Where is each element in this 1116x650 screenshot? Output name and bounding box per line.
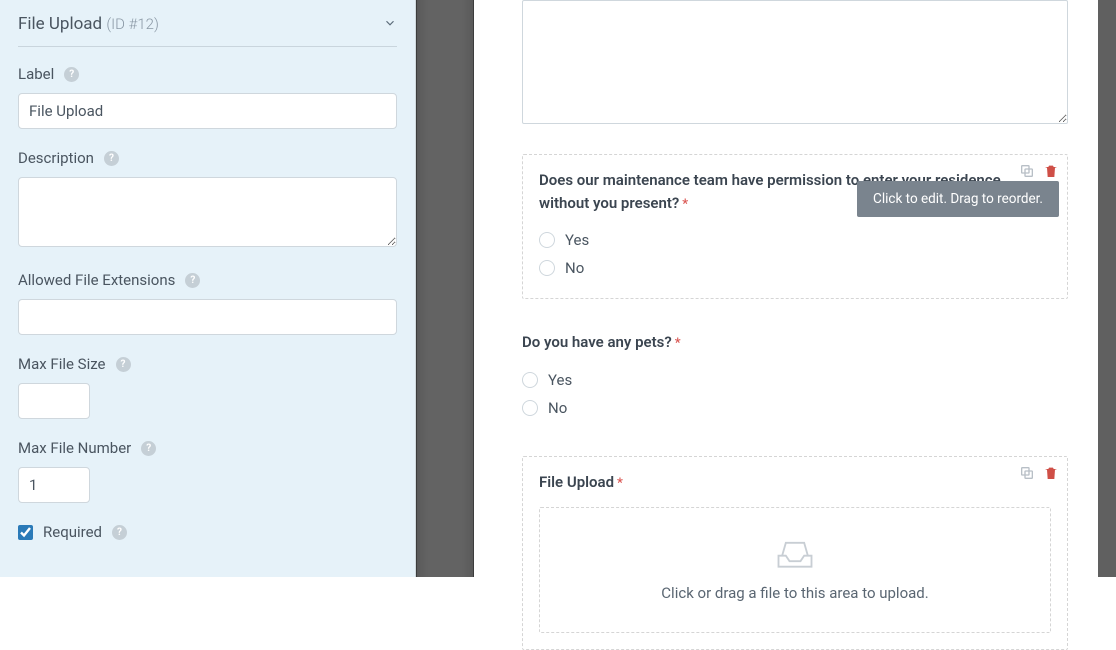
form-field-permission[interactable]: Click to edit. Drag to reorder. Does our… bbox=[522, 154, 1068, 299]
copy-icon bbox=[1019, 465, 1035, 481]
description-caption-text: Description bbox=[18, 149, 94, 167]
radio-label: Yes bbox=[548, 371, 572, 389]
radio-option-yes[interactable]: Yes bbox=[522, 366, 1068, 394]
sidebar-title-text: File Upload bbox=[18, 14, 102, 34]
delete-button[interactable] bbox=[1043, 163, 1059, 179]
description-caption: Description ? bbox=[18, 149, 397, 167]
duplicate-button[interactable] bbox=[1019, 465, 1035, 481]
divider bbox=[18, 46, 397, 47]
form-field-file-upload[interactable]: File Upload* Click or drag a file to thi… bbox=[522, 456, 1068, 650]
radio-label: Yes bbox=[565, 231, 589, 249]
copy-icon bbox=[1019, 163, 1035, 179]
label-caption: Label ? bbox=[18, 65, 397, 83]
sidebar-title: File Upload (ID #12) bbox=[18, 14, 159, 34]
trash-icon bbox=[1043, 465, 1059, 481]
radio-option-no[interactable]: No bbox=[522, 394, 1068, 422]
form-field-pets[interactable]: Do you have any pets?* Yes No bbox=[522, 317, 1068, 438]
radio-option-no[interactable]: No bbox=[539, 254, 1051, 282]
edit-tooltip: Click to edit. Drag to reorder. bbox=[857, 181, 1059, 217]
max-number-caption: Max File Number ? bbox=[18, 439, 397, 457]
max-size-group: Max File Size ? bbox=[0, 355, 415, 439]
radio-option-yes[interactable]: Yes bbox=[539, 226, 1051, 254]
max-size-input[interactable] bbox=[18, 383, 90, 419]
collapse-toggle[interactable] bbox=[383, 15, 397, 34]
field-id-label: (ID #12) bbox=[106, 15, 159, 33]
description-group: Description ? bbox=[0, 149, 415, 271]
required-checkbox[interactable] bbox=[18, 525, 33, 540]
sidebar-header: File Upload (ID #12) bbox=[0, 0, 415, 46]
properties-sidebar: File Upload (ID #12) Label ? Description… bbox=[0, 0, 416, 577]
chevron-down-icon bbox=[383, 16, 397, 30]
max-number-group: Max File Number ? bbox=[0, 439, 415, 523]
label-input[interactable] bbox=[18, 93, 397, 129]
label-group: Label ? bbox=[0, 65, 415, 149]
required-star: * bbox=[617, 476, 623, 491]
panel-gap bbox=[416, 0, 474, 577]
radio-icon bbox=[522, 372, 538, 388]
help-icon[interactable]: ? bbox=[116, 357, 131, 372]
required-star: * bbox=[682, 197, 688, 212]
required-star: * bbox=[675, 336, 681, 351]
extensions-input[interactable] bbox=[18, 299, 397, 335]
field-label: Do you have any pets?* bbox=[522, 331, 1068, 354]
help-icon[interactable]: ? bbox=[104, 151, 119, 166]
duplicate-button[interactable] bbox=[1019, 163, 1035, 179]
help-icon[interactable]: ? bbox=[112, 525, 127, 540]
extensions-caption-text: Allowed File Extensions bbox=[18, 271, 175, 289]
upload-dropzone[interactable]: Click or drag a file to this area to upl… bbox=[539, 507, 1051, 633]
inbox-icon bbox=[773, 532, 817, 572]
required-caption: Required bbox=[43, 523, 102, 541]
help-icon[interactable]: ? bbox=[141, 441, 156, 456]
help-icon[interactable]: ? bbox=[185, 273, 200, 288]
label-caption-text: Label bbox=[18, 65, 54, 83]
field-label: File Upload* bbox=[539, 471, 1051, 494]
trash-icon bbox=[1043, 163, 1059, 179]
radio-icon bbox=[539, 232, 555, 248]
radio-label: No bbox=[565, 259, 584, 277]
extensions-group: Allowed File Extensions ? bbox=[0, 271, 415, 355]
radio-label: No bbox=[548, 399, 567, 417]
radio-icon bbox=[539, 260, 555, 276]
max-number-input[interactable] bbox=[18, 467, 90, 503]
description-input[interactable] bbox=[18, 177, 397, 247]
radio-icon bbox=[522, 400, 538, 416]
extensions-caption: Allowed File Extensions ? bbox=[18, 271, 397, 289]
delete-button[interactable] bbox=[1043, 465, 1059, 481]
block-actions bbox=[1019, 465, 1059, 481]
help-icon[interactable]: ? bbox=[64, 67, 79, 82]
required-group: Required ? bbox=[0, 523, 415, 561]
form-preview: Click to edit. Drag to reorder. Does our… bbox=[474, 0, 1116, 577]
max-size-caption: Max File Size ? bbox=[18, 355, 397, 373]
preview-textarea[interactable] bbox=[522, 0, 1068, 124]
max-size-caption-text: Max File Size bbox=[18, 355, 106, 373]
upload-text: Click or drag a file to this area to upl… bbox=[540, 584, 1050, 602]
max-number-caption-text: Max File Number bbox=[18, 439, 131, 457]
block-actions bbox=[1019, 163, 1059, 179]
